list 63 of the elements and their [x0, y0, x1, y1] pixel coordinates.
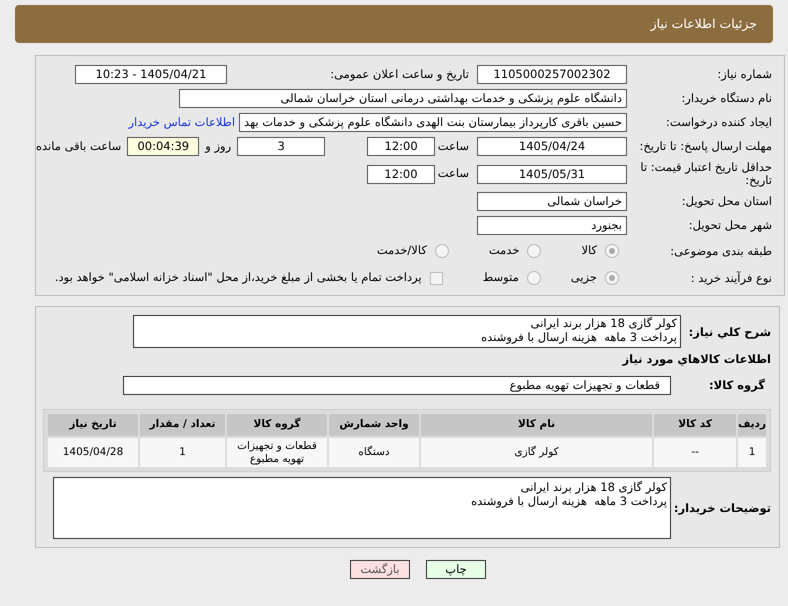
group-field[interactable]: قطعات و تجهیزات تهویه مطبوع: [123, 376, 671, 396]
text-field[interactable]: دانشگاه علوم پزشکی و خدمات بهداشتی درمانی استان خراسان شمالی: [179, 89, 627, 108]
description-area[interactable]: کولر گازی 18 هزار برند ایرانی پرداخت 3 ماهه هزینه ارسال با فروشنده: [133, 315, 681, 348]
checkbox[interactable]: [430, 272, 443, 284]
text-field[interactable]: حسین باقری کارپرداز بیمارستان بنت الهدی دانشگاه علوم پزشکی و خدمات بهد: [239, 113, 627, 132]
table-cell: 1405/04/28: [48, 438, 138, 468]
field-label: شماره نیاز:: [716, 68, 772, 81]
field-label: مهلت ارسال پاسخ: تا تاریخ:: [638, 140, 772, 153]
field-text: کالا/خدمت: [376, 242, 427, 260]
field-text: جزیی: [570, 269, 597, 286]
section-title: اطلاعات كالاهاي مورد نياز: [621, 351, 771, 368]
field-label: نوع فرآیند خرید :: [690, 272, 772, 284]
text-field[interactable]: 00:04:39: [127, 137, 200, 156]
field-label: ایجاد کننده درخواست:: [665, 116, 772, 129]
field-text: روز و: [204, 138, 232, 155]
table-cell: دستگاه: [329, 438, 419, 468]
table-cell: 1: [140, 438, 225, 468]
column-header: کد کالا: [654, 414, 736, 436]
field-text: متوسط: [482, 269, 519, 286]
column-header: تاریخ نیاز: [48, 414, 138, 436]
column-header: ردیف: [738, 414, 766, 436]
field-text: پرداخت تمام یا بخشی از مبلغ خرید،از محل "اسناد خزانه اسلامی" خواهد بود.: [54, 269, 422, 286]
contact-link[interactable]: اطلاعات تماس خریدار: [128, 114, 236, 132]
table-cell: قطعات و تجهیزات تهویه مطبوع: [227, 438, 327, 468]
radio-button[interactable]: [434, 244, 449, 258]
text-field[interactable]: 12:00: [367, 137, 436, 156]
field-label: حداقل تاریخ اعتبار قیمت: تا تاریخ:: [639, 161, 772, 187]
field-label: شرح كلي نياز:: [688, 324, 771, 341]
field-label: تاریخ و ساعت اعلان عمومی:: [329, 68, 470, 81]
text-field[interactable]: 1105000257002302: [477, 65, 627, 84]
column-header: گروه کالا: [227, 414, 327, 436]
field-text: کالا: [581, 242, 597, 260]
radio-button[interactable]: [605, 271, 619, 285]
back-button[interactable]: بازگشت: [350, 560, 410, 580]
field-label: شهر محل تحویل:: [688, 219, 772, 232]
text-field[interactable]: 1405/05/31: [477, 164, 627, 184]
column-header: تعداد / مقدار: [140, 414, 225, 436]
field-text: ساعت: [436, 165, 470, 182]
radio-button[interactable]: [527, 244, 542, 258]
table-cell: --: [654, 438, 736, 468]
field-text: ساعت باقی مانده: [36, 138, 122, 155]
column-header: واحد شمارش: [329, 414, 419, 436]
field-text: ساعت: [436, 138, 470, 155]
text-field[interactable]: 1405/04/21 - 10:23: [75, 65, 227, 84]
text-field[interactable]: خراسان شمالی: [477, 192, 627, 211]
notes-area[interactable]: کولر گازی 18 هزار برند ایرانی پرداخت 3 ماهه هزینه ارسال با فروشنده: [53, 477, 671, 540]
field-label: استان محل تحویل:: [680, 195, 772, 208]
text-field[interactable]: 12:00: [367, 164, 435, 184]
radio-button[interactable]: [526, 271, 541, 285]
radio-button[interactable]: [605, 244, 619, 258]
field-label: طبقه بندی موضوعی:: [669, 244, 772, 258]
table-cell: کولر گازی: [421, 438, 652, 468]
column-header: نام کالا: [421, 414, 652, 436]
print-button[interactable]: چاپ: [426, 560, 486, 580]
field-label: گروه کالا:: [708, 377, 766, 394]
text-field[interactable]: بجنورد: [477, 216, 627, 235]
text-field[interactable]: 1405/04/24: [477, 137, 627, 156]
field-text: خدمت: [488, 242, 520, 260]
table-cell: 1: [738, 438, 766, 468]
field-label: نام دستگاه خریدار:: [680, 92, 772, 105]
field-label: توضیحات خریدار:: [672, 500, 771, 517]
text-field[interactable]: 3: [237, 137, 326, 156]
header-title: جزئیات اطلاعات نیاز: [650, 14, 757, 33]
